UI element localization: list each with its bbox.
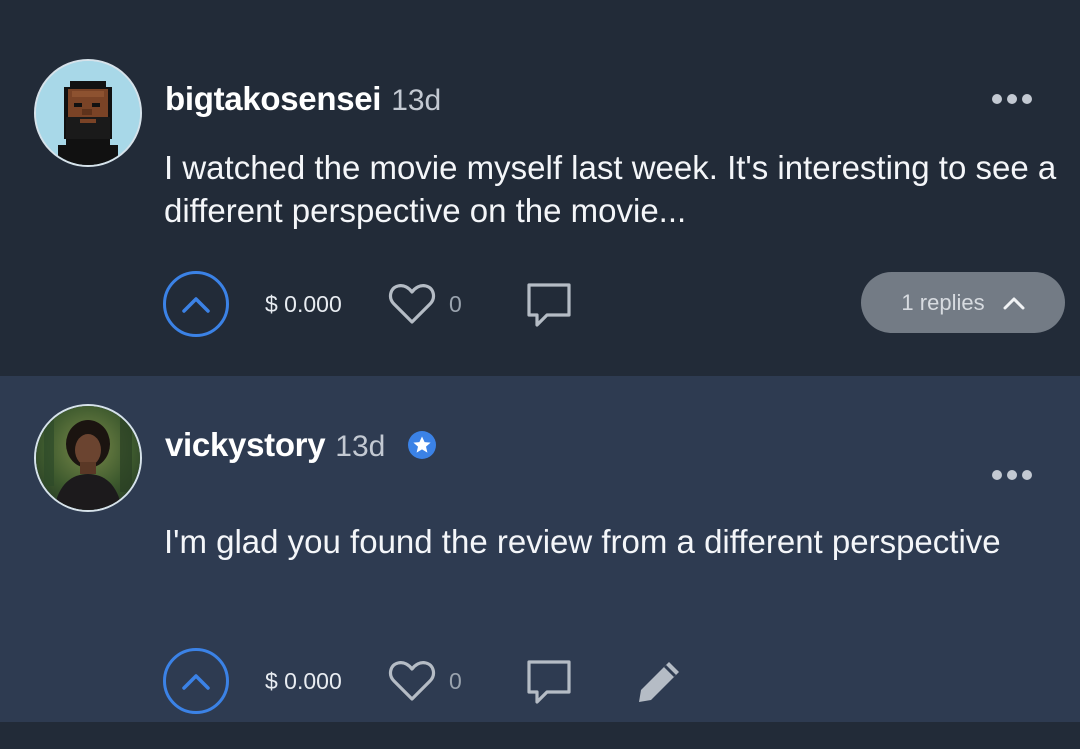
comment-card: bigtakosensei 13d I watched the movie my… xyxy=(0,0,1080,376)
upvote-button[interactable] xyxy=(163,648,229,714)
heart-icon[interactable] xyxy=(388,659,436,708)
comment-header: bigtakosensei 13d xyxy=(165,80,441,118)
comment-body: I'm glad you found the review from a dif… xyxy=(164,523,1001,560)
chevron-up-icon xyxy=(182,674,210,690)
edit-icon[interactable] xyxy=(635,656,685,711)
comment-icon[interactable] xyxy=(525,281,573,334)
timestamp: 13d xyxy=(391,84,442,117)
verified-icon xyxy=(407,430,437,460)
comment-card: vickystory 13d I'm glad you found the re… xyxy=(0,376,1080,722)
more-icon[interactable] xyxy=(992,470,1032,480)
comment-icon[interactable] xyxy=(525,658,573,711)
upvote-button[interactable] xyxy=(163,271,229,337)
photo-avatar-icon xyxy=(36,406,140,510)
timestamp: 13d xyxy=(335,430,386,463)
replies-toggle-button[interactable]: 1 replies xyxy=(861,272,1065,333)
like-count: 0 xyxy=(449,291,462,317)
heart-icon[interactable] xyxy=(388,282,436,331)
chevron-up-icon xyxy=(182,297,210,313)
username[interactable]: bigtakosensei xyxy=(165,80,381,118)
pixel-art-avatar-icon xyxy=(36,61,140,165)
avatar[interactable] xyxy=(34,59,142,167)
replies-label: 1 replies xyxy=(901,289,985,315)
like-count: 0 xyxy=(449,668,462,694)
chevron-up-icon xyxy=(1003,297,1025,309)
username[interactable]: vickystory xyxy=(165,426,326,464)
comment-body: I watched the movie myself last week. It… xyxy=(164,149,1057,229)
comment-header: vickystory 13d xyxy=(165,426,437,464)
footer-bar xyxy=(0,722,1080,749)
payout-amount: $ 0.000 xyxy=(265,291,342,317)
avatar[interactable] xyxy=(34,404,142,512)
payout-amount: $ 0.000 xyxy=(265,668,342,694)
more-icon[interactable] xyxy=(992,94,1032,104)
